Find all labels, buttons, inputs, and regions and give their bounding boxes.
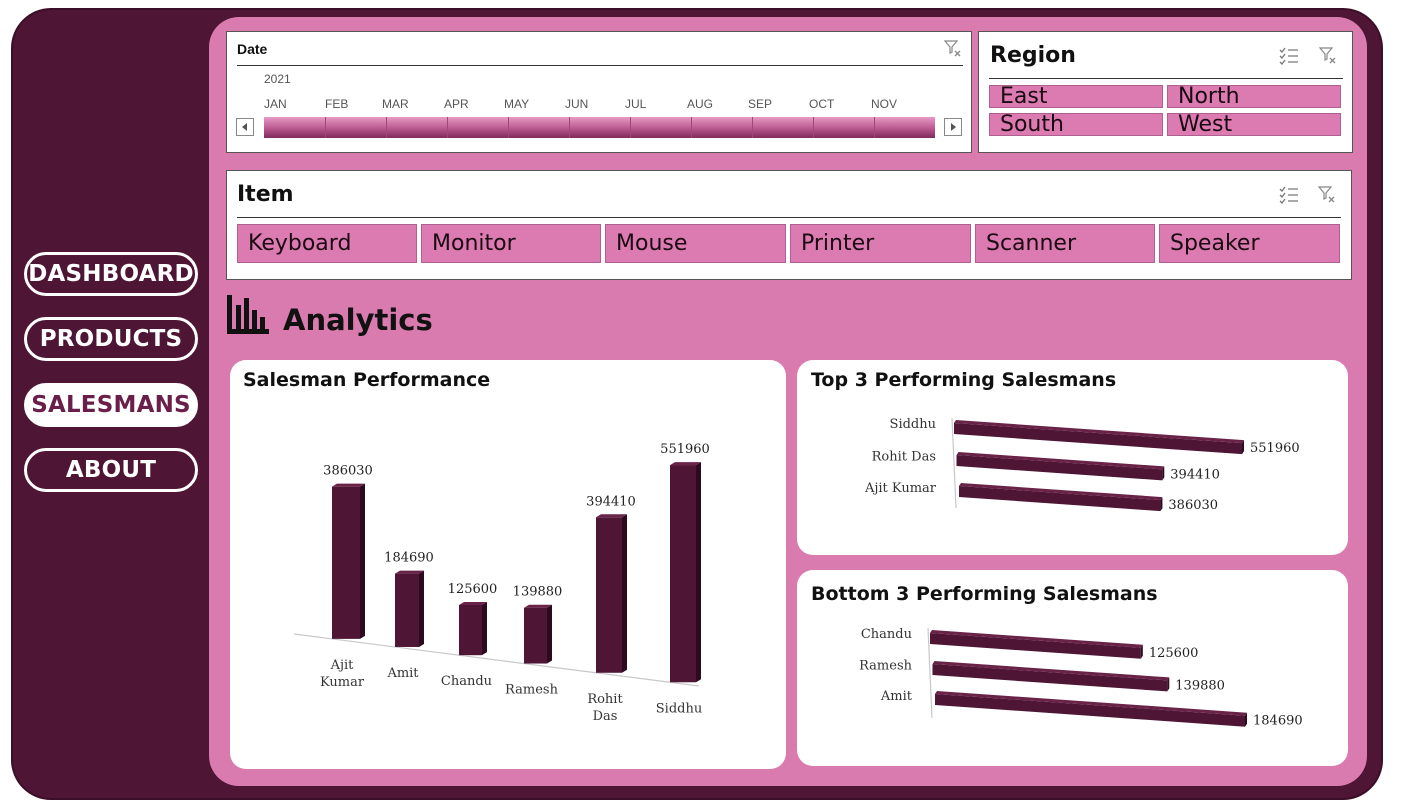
month-label-mar[interactable]: MAR — [382, 97, 409, 111]
region-south-tile[interactable]: South — [989, 113, 1163, 136]
salesman-performance-chart: 386030 Ajit Kumar 184690 Amit 125600 Chandu 139… — [293, 442, 710, 724]
item-mouse-tile[interactable]: Mouse — [605, 224, 786, 263]
multi-select-icon[interactable] — [1279, 185, 1299, 205]
month-label-nov[interactable]: NOV — [871, 97, 897, 111]
timeline-tick — [874, 117, 875, 138]
nav-products-button[interactable]: PRODUCTS — [24, 317, 198, 361]
timeline-tick — [508, 117, 509, 138]
item-slicer-title: Item — [237, 182, 294, 207]
region-west-tile[interactable]: West — [1167, 113, 1341, 136]
item-divider — [237, 217, 1341, 218]
year-label: 2021 — [264, 72, 291, 86]
item-scanner-tile[interactable]: Scanner — [975, 224, 1155, 263]
bar-siddhu — [670, 462, 701, 683]
bar-ajit-kumar — [332, 483, 365, 639]
scroll-left-button[interactable] — [236, 118, 254, 136]
nav-about-button[interactable]: ABOUT — [24, 448, 198, 492]
salesman-performance-card: Salesman Performance 386030 Ajit Kumar 1846… — [230, 360, 786, 769]
month-label-jun[interactable]: JUN — [565, 97, 588, 111]
item-printer-tile[interactable]: Printer — [790, 224, 971, 263]
data-label: 184690 — [384, 551, 434, 566]
bar-chart-icon — [226, 293, 270, 335]
category-label: Chandu — [441, 674, 492, 689]
timeline-tick — [752, 117, 753, 138]
timeline-tick — [691, 117, 692, 138]
category-label: Ramesh — [859, 659, 913, 674]
bottom3-chart: Chandu 125600 Ramesh 139880 Amit 184690 — [859, 627, 1303, 729]
category-label: Das — [593, 709, 618, 724]
timeline-tick — [447, 117, 448, 138]
data-label: 184690 — [1253, 714, 1303, 729]
timeline-tick — [569, 117, 570, 138]
bar-siddhu — [954, 420, 1244, 455]
data-label: 386030 — [323, 464, 373, 479]
category-label: Amit — [880, 689, 913, 704]
bar-ramesh — [932, 661, 1170, 692]
category-label: Rohit — [587, 692, 623, 707]
data-label: 394410 — [586, 494, 636, 509]
category-label: Siddhu — [890, 417, 936, 432]
region-slicer-title: Region — [990, 43, 1076, 68]
bar-rohit-das — [956, 452, 1165, 481]
date-divider — [237, 65, 963, 66]
month-label-oct[interactable]: OCT — [809, 97, 834, 111]
data-label: 394410 — [1170, 467, 1220, 482]
category-label: Amit — [386, 666, 419, 681]
bar-chandu — [930, 630, 1143, 659]
timeline-tick — [386, 117, 387, 138]
nav-dashboard-button[interactable]: DASHBOARD — [24, 252, 198, 296]
region-divider — [989, 78, 1343, 79]
category-label: Ramesh — [505, 683, 559, 698]
data-label: 125600 — [1149, 646, 1199, 661]
category-label: Ajit — [330, 658, 355, 673]
category-label: Siddhu — [656, 701, 702, 716]
month-label-may[interactable]: MAY — [504, 97, 529, 111]
month-label-sep[interactable]: SEP — [748, 97, 772, 111]
item-speaker-tile[interactable]: Speaker — [1159, 224, 1340, 263]
category-label: Ajit Kumar — [864, 481, 937, 496]
bar-amit — [395, 570, 424, 647]
timeline-tick — [630, 117, 631, 138]
month-label-apr[interactable]: APR — [444, 97, 469, 111]
data-label: 386030 — [1168, 498, 1218, 513]
region-north-tile[interactable]: North — [1167, 85, 1341, 108]
data-label: 125600 — [448, 582, 498, 597]
category-label: Chandu — [861, 627, 912, 642]
month-label-aug[interactable]: AUG — [687, 97, 713, 111]
multi-select-icon[interactable] — [1279, 46, 1299, 66]
data-label: 139880 — [1175, 678, 1225, 693]
timeline-tick — [325, 117, 326, 138]
section-title: Analytics — [283, 303, 433, 337]
scroll-right-button[interactable] — [944, 118, 962, 136]
bottom3-card: Bottom 3 Performing Salesmans Chandu 1256… — [797, 570, 1348, 766]
bar-amit — [935, 691, 1247, 727]
clear-filter-icon[interactable] — [943, 39, 963, 59]
top3-chart: Siddhu 551960 Rohit Das 394410 Ajit Kumar 386… — [864, 417, 1300, 513]
clear-filter-icon[interactable] — [1317, 185, 1337, 205]
item-keyboard-tile[interactable]: Keyboard — [237, 224, 417, 263]
bar-rohit-das — [596, 514, 627, 673]
bar-chandu — [459, 601, 487, 656]
clear-filter-icon[interactable] — [1318, 46, 1338, 66]
timeline-tick — [813, 117, 814, 138]
data-label: 551960 — [1250, 441, 1300, 456]
timeline-bar[interactable] — [264, 117, 935, 138]
data-label: 139880 — [513, 585, 563, 600]
bar-ajit-kumar — [959, 483, 1163, 512]
month-label-jul[interactable]: JUL — [625, 97, 646, 111]
month-label-feb[interactable]: FEB — [325, 97, 348, 111]
date-slicer-title: Date — [237, 41, 268, 57]
item-monitor-tile[interactable]: Monitor — [421, 224, 601, 263]
category-label: Rohit Das — [872, 450, 936, 465]
nav-salesmans-button[interactable]: SALESMANS — [24, 383, 198, 427]
month-label-jan[interactable]: JAN — [264, 97, 287, 111]
category-label: Kumar — [320, 675, 365, 690]
data-label: 551960 — [660, 442, 710, 457]
top3-card: Top 3 Performing Salesmans Siddhu 551960 R… — [797, 360, 1348, 555]
bar-ramesh — [524, 604, 552, 664]
region-east-tile[interactable]: East — [989, 85, 1163, 108]
